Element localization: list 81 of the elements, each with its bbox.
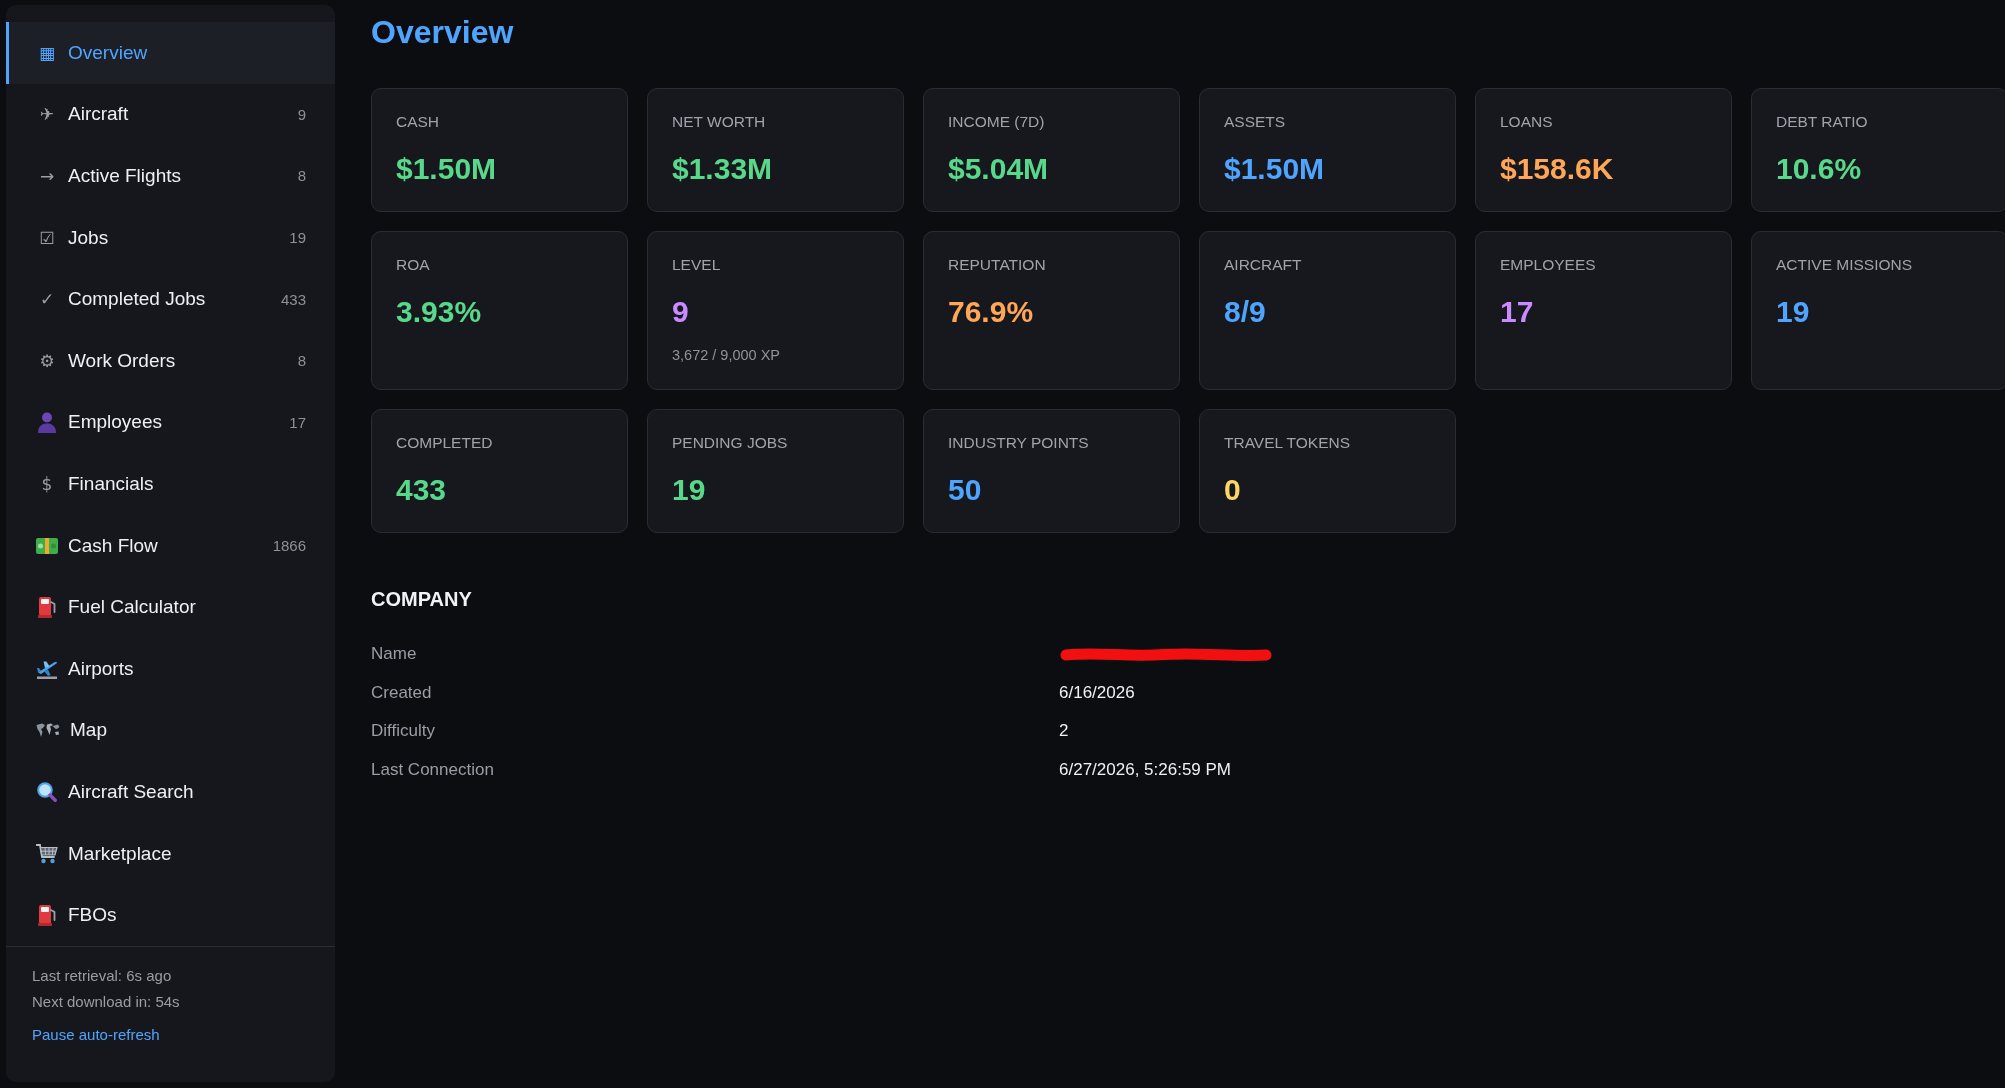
stat-label: ROA	[396, 255, 430, 275]
stat-detail: 3,672 / 9,000 XP	[672, 346, 781, 365]
fuel-pump-icon	[38, 904, 56, 927]
item-count: 19	[289, 229, 306, 247]
stat-value: $5.04M	[948, 151, 1049, 187]
stat-label: LOANS	[1500, 112, 1553, 132]
stat-label: ACTIVE MISSIONS	[1776, 255, 1913, 275]
nav-item[interactable]: FBOs	[6, 884, 335, 946]
nav-item[interactable]: Map	[6, 699, 335, 762]
world-map-icon	[36, 723, 60, 738]
stat-label: NET WORTH	[672, 112, 766, 132]
nav-item[interactable]: ✓ Completed Jobs 433	[6, 268, 335, 330]
stat-label: AIRCRAFT	[1224, 255, 1302, 275]
field-label: Name	[371, 644, 417, 665]
stat-label: INCOME (7D)	[948, 112, 1045, 132]
nav-item[interactable]: → Active Flights 8	[6, 145, 335, 207]
item-count: 8	[297, 167, 306, 185]
stat-label: PENDING JOBS	[672, 433, 788, 453]
stat-value: $1.50M	[396, 151, 497, 187]
gear-icon: ⚙	[39, 350, 55, 371]
stat-value: 3.93%	[396, 294, 482, 330]
field-label: Difficulty	[371, 721, 435, 742]
stat-value: 19	[1776, 294, 1810, 330]
stat-label: TRAVEL TOKENS	[1224, 433, 1351, 453]
nav-item[interactable]: $ Financials	[6, 453, 335, 515]
field-value: 6/16/2026	[1059, 682, 1135, 703]
stat-label: COMPLETED	[396, 433, 493, 453]
person-icon	[37, 411, 57, 433]
grid-icon: ▦	[38, 42, 56, 63]
nav-item[interactable]: Fuel Calculator	[6, 576, 335, 638]
nav-item[interactable]: ☑ Jobs 19	[6, 206, 335, 269]
item-count: 1866	[272, 537, 306, 555]
stat-value: 8/9	[1224, 294, 1266, 330]
page-title: Overview	[371, 13, 514, 52]
item-count: 9	[297, 105, 306, 123]
dollar-icon: $	[41, 473, 53, 494]
field-label: Created	[371, 682, 432, 703]
sync-status-text: Last retrieval: 6s ago	[32, 965, 172, 986]
field-value: 2	[1059, 721, 1069, 742]
nav-item[interactable]: Aircraft Search	[6, 761, 335, 823]
stat-value: 10.6%	[1776, 151, 1862, 187]
stat-value: 9	[672, 294, 689, 330]
item-count: 8	[297, 352, 306, 370]
airplane-icon: ✈	[39, 104, 55, 125]
stat-label: ASSETS	[1224, 112, 1286, 132]
item-count: 433	[280, 290, 306, 308]
nav-item[interactable]: ✈ Aircraft 9	[6, 83, 335, 146]
stat-value: 433	[396, 472, 447, 508]
nav-item[interactable]: Cash Flow 1866	[6, 514, 335, 577]
checkbox-icon: ☑	[39, 227, 55, 248]
nav-item[interactable]: Employees 17	[6, 391, 335, 454]
field-label: Last Connection	[371, 760, 494, 781]
stat-value: 50	[948, 472, 982, 508]
nav-item[interactable]: Marketplace	[6, 822, 335, 885]
pause-refresh-link[interactable]: Pause auto-refresh	[32, 1021, 160, 1048]
check-icon: ✓	[39, 289, 55, 310]
stat-label: REPUTATION	[948, 255, 1046, 275]
stat-value: 0	[1224, 472, 1241, 508]
nav-item[interactable]: ▦ Overview	[6, 22, 335, 84]
field-value: 6/27/2026, 5:26:59 PM	[1059, 760, 1232, 781]
stat-value: $1.33M	[672, 151, 773, 187]
stat-label: EMPLOYEES	[1500, 255, 1596, 275]
nav-item[interactable]: ⚙ Work Orders 8	[6, 329, 335, 392]
stat-label: LEVEL	[672, 255, 721, 275]
stat-label: DEBT RATIO	[1776, 112, 1868, 132]
sync-status-text: Next download in: 54s	[32, 991, 180, 1012]
fuel-pump-icon	[38, 596, 56, 619]
banknote-icon	[36, 537, 58, 554]
cart-icon	[36, 843, 58, 864]
stat-value: $158.6K	[1500, 151, 1614, 187]
section-heading: COMPANY	[371, 587, 472, 611]
arrow-icon: →	[39, 166, 55, 186]
stat-value: $1.50M	[1224, 151, 1325, 187]
stat-label: CASH	[396, 112, 440, 132]
stat-value: 17	[1500, 294, 1534, 330]
search-icon	[37, 781, 57, 802]
stat-value: 76.9%	[948, 294, 1034, 330]
item-count: 17	[289, 413, 306, 431]
stat-value: 19	[672, 472, 706, 508]
nav-item[interactable]: Airports	[6, 637, 335, 700]
stat-label: INDUSTRY POINTS	[948, 433, 1089, 453]
